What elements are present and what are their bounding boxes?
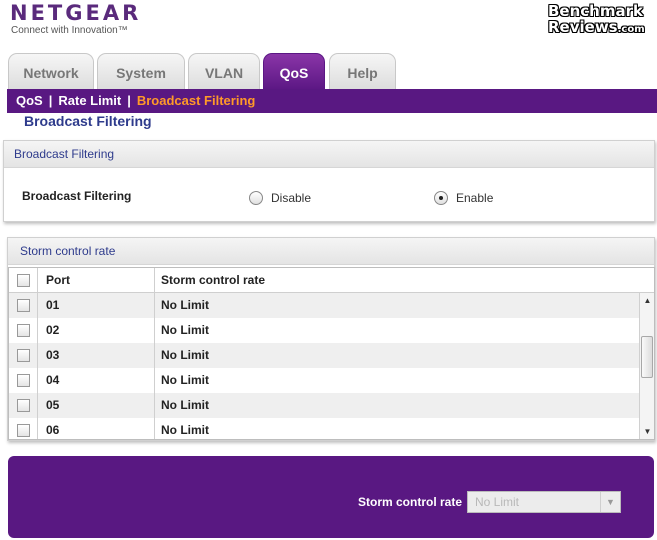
netgear-logo: NETGEAR (10, 1, 142, 25)
disable-radio[interactable]: Disable (249, 191, 311, 205)
row-checkbox-cell (9, 393, 38, 418)
chevron-down-icon[interactable]: ▼ (600, 492, 620, 512)
panel-header: Broadcast Filtering (4, 141, 654, 168)
port-cell: 01 (38, 293, 155, 318)
radio-circle-icon (249, 191, 263, 205)
port-cell: 05 (38, 393, 155, 418)
scroll-up-icon[interactable]: ▲ (640, 293, 654, 308)
disable-radio-label: Disable (271, 191, 312, 205)
table-row[interactable]: 02 No Limit (9, 318, 639, 343)
broadcast-filtering-panel: Broadcast Filtering (3, 140, 655, 222)
table-scrollbar[interactable]: ▲ ▼ (639, 293, 654, 439)
header-checkbox-cell (9, 268, 38, 293)
table-row[interactable]: 05 No Limit (9, 393, 639, 418)
row-checkbox[interactable] (17, 424, 30, 437)
subnav-rate-limit[interactable]: Rate Limit (58, 93, 121, 108)
port-cell: 02 (38, 318, 155, 343)
row-checkbox[interactable] (17, 349, 30, 362)
port-cell: 06 (38, 418, 155, 439)
subnav-broadcast-filtering[interactable]: Broadcast Filtering (137, 93, 255, 108)
tab-system[interactable]: System (97, 53, 185, 90)
header-filler (639, 268, 654, 293)
select-all-checkbox[interactable] (17, 274, 30, 287)
table-row[interactable]: 04 No Limit (9, 368, 639, 393)
sub-navigation: QoS | Rate Limit | Broadcast Filtering (7, 89, 657, 113)
tab-vlan[interactable]: VLAN (188, 53, 260, 90)
port-cell: 04 (38, 368, 155, 393)
row-checkbox-cell (9, 418, 38, 439)
storm-control-rate-label: Storm control rate (358, 495, 463, 509)
storm-control-table: Port Storm control rate 01 No Limit 02 N… (8, 267, 655, 440)
rate-cell: No Limit (161, 423, 209, 437)
rate-cell: No Limit (161, 298, 209, 312)
rate-cell: No Limit (161, 398, 209, 412)
select-value: No Limit (475, 495, 520, 509)
page-title: Broadcast Filtering (24, 113, 152, 129)
radio-selected-icon (434, 191, 448, 205)
column-header-rate[interactable]: Storm control rate (155, 268, 639, 293)
logo-tagline: Connect with Innovation™ (11, 25, 128, 36)
row-checkbox-cell (9, 293, 38, 318)
row-checkbox[interactable] (17, 299, 30, 312)
row-checkbox[interactable] (17, 399, 30, 412)
row-checkbox-cell (9, 318, 38, 343)
watermark-line2: Reviews.com (548, 18, 645, 36)
subnav-separator: | (127, 93, 131, 108)
enable-radio-label: Enable (456, 191, 494, 205)
table-row[interactable]: 03 No Limit (9, 343, 639, 368)
broadcast-filtering-label: Broadcast Filtering (22, 189, 132, 203)
table-row[interactable]: 01 No Limit (9, 293, 639, 318)
rate-cell: No Limit (161, 323, 209, 337)
row-checkbox-cell (9, 343, 38, 368)
tab-network[interactable]: Network (8, 53, 94, 90)
benchmark-reviews-watermark: Benchmark Reviews.com (548, 3, 652, 38)
table-row[interactable]: 06 No Limit (9, 418, 639, 439)
storm-control-rate-select[interactable]: No Limit ▼ (467, 491, 621, 513)
row-checkbox[interactable] (17, 374, 30, 387)
column-header-port[interactable]: Port (38, 268, 155, 293)
enable-radio[interactable]: Enable (434, 191, 493, 205)
tab-qos[interactable]: QoS (263, 53, 325, 90)
table-header: Port Storm control rate (9, 268, 639, 293)
watermark-line1: Benchmark (548, 2, 643, 20)
subnav-separator: | (48, 93, 53, 108)
subnav-qos[interactable]: QoS (16, 93, 43, 108)
row-checkbox-cell (9, 368, 38, 393)
scroll-down-icon[interactable]: ▼ (640, 424, 654, 439)
port-cell: 03 (38, 343, 155, 368)
tab-help[interactable]: Help (329, 53, 396, 90)
rate-cell: No Limit (161, 348, 209, 362)
rate-cell: No Limit (161, 373, 209, 387)
panel-header: Storm control rate (8, 238, 654, 265)
scroll-thumb[interactable] (641, 336, 653, 378)
row-checkbox[interactable] (17, 324, 30, 337)
